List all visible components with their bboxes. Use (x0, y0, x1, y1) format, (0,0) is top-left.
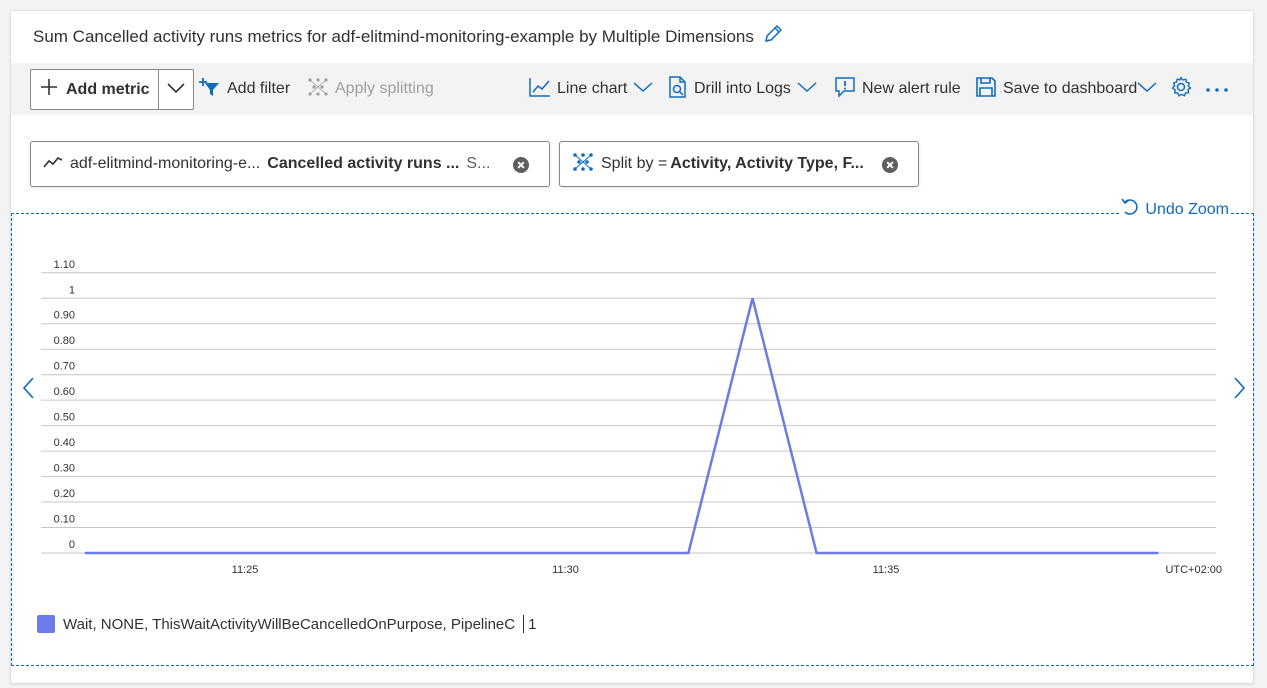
legend-series-value: 1 (523, 615, 536, 633)
save-to-dashboard-label: Save to dashboard (1003, 80, 1138, 97)
undo-zoom-label: Undo Zoom (1145, 200, 1229, 218)
add-metric-split-button: Add metric (30, 69, 194, 110)
more-options-button[interactable] (1205, 63, 1229, 115)
split-icon (572, 152, 594, 177)
apply-splitting-button[interactable]: Apply splitting (307, 63, 434, 115)
drill-into-logs-dropdown[interactable]: Drill into Logs (668, 63, 817, 115)
apply-splitting-label: Apply splitting (335, 80, 434, 97)
settings-button[interactable] (1170, 63, 1192, 115)
new-alert-rule-label: New alert rule (862, 80, 961, 97)
legend-series-name: Wait, NONE, ThisWaitActivityWillBeCancel… (63, 615, 516, 633)
legend-swatch (37, 615, 55, 633)
add-filter-label: Add filter (227, 80, 291, 97)
split-pill-value: Activity, Activity Type, F... (670, 155, 864, 172)
metric-pill[interactable]: adf-elitmind-monitoring-e... Cancelled a… (30, 141, 550, 187)
line-chart-dropdown[interactable]: Line chart (529, 63, 653, 115)
add-metric-label: Add metric (66, 80, 150, 98)
add-metric-dropdown[interactable] (159, 70, 193, 109)
chevron-down-icon (797, 80, 817, 98)
alert-icon (834, 76, 856, 103)
add-filter-button[interactable]: Add filter (199, 63, 290, 115)
metrics-chart-card: Sum Cancelled activity runs metrics for … (10, 10, 1254, 684)
chart-title-row: Sum Cancelled activity runs metrics for … (33, 23, 784, 50)
new-alert-rule-button[interactable]: New alert rule (834, 63, 961, 115)
chart-plot-area[interactable] (11, 213, 1254, 666)
add-metric-button[interactable]: Add metric (31, 70, 159, 109)
save-icon (975, 76, 997, 103)
remove-metric-icon[interactable] (513, 157, 529, 173)
splitting-icon (307, 77, 329, 102)
filter-plus-icon (199, 77, 221, 102)
save-to-dashboard-dropdown[interactable]: Save to dashboard (975, 63, 1157, 115)
chevron-down-icon (167, 81, 185, 99)
chevron-down-icon (1137, 80, 1157, 98)
line-chart-label: Line chart (557, 80, 628, 97)
edit-title-icon[interactable] (762, 23, 784, 50)
chevron-right-icon[interactable] (1229, 376, 1249, 400)
plus-icon (40, 78, 58, 101)
chevron-left-icon[interactable] (19, 376, 39, 400)
metric-pill-aggregation: S... (466, 155, 491, 172)
metric-line-icon (43, 155, 63, 174)
gear-icon (1170, 76, 1192, 103)
split-pill[interactable]: Split by = Activity, Activity Type, F... (559, 141, 919, 187)
metric-pill-metric: Cancelled activity runs ... (267, 155, 460, 172)
more-icon (1205, 80, 1229, 98)
undo-icon (1121, 197, 1139, 222)
split-pill-prefix: Split by = (601, 155, 668, 172)
chart-toolbar: Add metric Add filter Apply splitting Li… (11, 63, 1253, 115)
remove-split-icon[interactable] (882, 157, 898, 173)
drill-into-logs-label: Drill into Logs (694, 80, 791, 97)
chart-legend[interactable]: Wait, NONE, ThisWaitActivityWillBeCancel… (37, 615, 536, 633)
logs-icon (668, 75, 688, 103)
chevron-down-icon (633, 80, 653, 98)
metric-pill-resource: adf-elitmind-monitoring-e... (70, 155, 261, 172)
chart-title: Sum Cancelled activity runs metrics for … (33, 26, 754, 46)
line-chart-icon (529, 77, 551, 102)
undo-zoom-button[interactable]: Undo Zoom (1121, 197, 1229, 222)
